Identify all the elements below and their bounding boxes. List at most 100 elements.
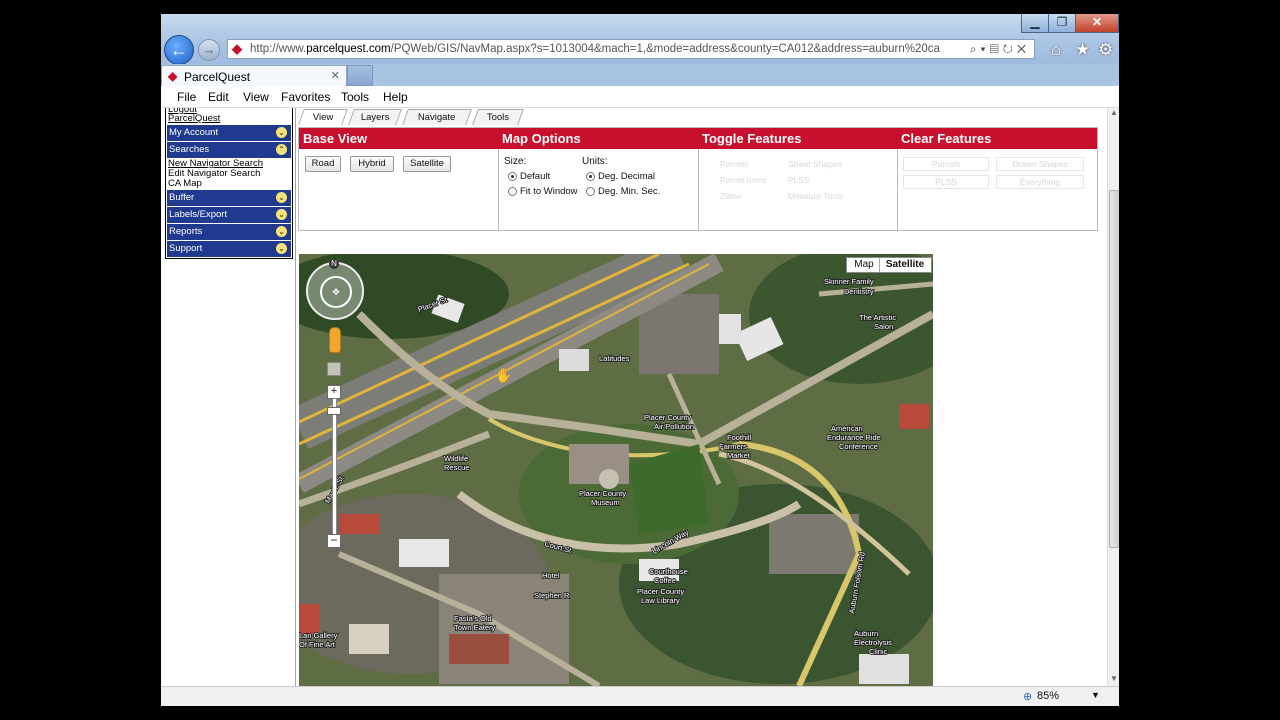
refresh-icon[interactable]: ↻ xyxy=(1003,42,1017,56)
favorites-star-icon[interactable]: ★ xyxy=(1075,40,1090,60)
map-type-satellite-button[interactable]: Satellite xyxy=(879,258,930,272)
tab-view[interactable]: View xyxy=(298,109,348,125)
section-label: Buffer xyxy=(169,192,195,203)
tab-row: ◆ ParcelQuest ✕ xyxy=(161,64,1119,86)
menu-view[interactable]: View xyxy=(243,90,269,104)
zoom-slider-track[interactable] xyxy=(332,398,337,536)
tab-close-icon[interactable]: ✕ xyxy=(331,69,340,82)
back-arrow-icon: ← xyxy=(170,40,188,60)
clear-drawn-shapes-button[interactable]: Drawn Shapes xyxy=(996,157,1084,171)
sidebar-section-searches[interactable]: Searches ⌃ xyxy=(167,142,291,158)
svg-text:Lan Gallery: Lan Gallery xyxy=(299,631,338,640)
home-icon[interactable]: ⌂ xyxy=(1051,40,1061,60)
size-default-label: Default xyxy=(520,171,551,182)
svg-text:Courthouse: Courthouse xyxy=(649,567,688,576)
sidebar-section-buffer[interactable]: Buffer ⌄ xyxy=(167,190,291,206)
svg-text:Town Eatery: Town Eatery xyxy=(454,623,496,632)
zoom-slider-handle[interactable] xyxy=(327,407,341,415)
toggle-parcel-icons[interactable]: Parcel Icons xyxy=(720,175,767,185)
clear-plss-button[interactable]: PLSS xyxy=(903,175,989,189)
tab-title: ParcelQuest xyxy=(184,70,251,84)
pan-arrows-icon[interactable]: ✥ xyxy=(320,276,352,308)
units-label: Units: xyxy=(582,156,608,167)
menu-edit[interactable]: Edit xyxy=(208,90,229,104)
pan-control[interactable]: N ✥ xyxy=(306,259,364,320)
zoom-dropdown-icon[interactable]: ▼ xyxy=(1091,690,1100,700)
svg-text:Air Pollution: Air Pollution xyxy=(654,422,694,431)
compat-view-icon[interactable]: ▾▤ xyxy=(981,42,1003,56)
status-bar: ⊕ 85% ▼ xyxy=(161,686,1119,706)
svg-text:Placer County: Placer County xyxy=(579,489,626,498)
svg-text:Museum: Museum xyxy=(591,498,620,507)
map-type-map-button[interactable]: Map xyxy=(850,258,878,272)
svg-text:Latitudes: Latitudes xyxy=(599,354,630,363)
parcelquest-favicon-icon: ◆ xyxy=(232,41,242,56)
menu-file[interactable]: File xyxy=(177,90,196,104)
hybrid-button[interactable]: Hybrid xyxy=(350,156,394,172)
chevron-down-icon: ⌄ xyxy=(276,226,287,237)
ca-map-link[interactable]: CA Map xyxy=(166,179,292,189)
maximize-button[interactable]: ❐ xyxy=(1048,14,1076,33)
size-fit-radio[interactable] xyxy=(508,187,517,196)
back-button[interactable]: ← xyxy=(164,35,194,65)
close-button[interactable]: ✕ xyxy=(1075,14,1119,33)
section-label: Labels/Export xyxy=(169,209,228,220)
tab-navigate[interactable]: Navigate xyxy=(402,109,472,125)
svg-text:Endurance Ride: Endurance Ride xyxy=(827,433,881,442)
menu-help[interactable]: Help xyxy=(383,90,408,104)
new-tab-button[interactable] xyxy=(347,65,373,86)
toggle-measure-tools[interactable]: Measure Tools xyxy=(788,191,843,201)
street-view-pegman-icon[interactable] xyxy=(329,327,341,353)
svg-text:Skinner Family: Skinner Family xyxy=(824,277,874,286)
panel-title: Map Options xyxy=(498,128,698,149)
clear-everything-button[interactable]: Everything xyxy=(996,175,1084,189)
parcelquest-link[interactable]: ParcelQuest xyxy=(166,114,292,124)
svg-text:Conference: Conference xyxy=(839,442,878,451)
vertical-scrollbar[interactable]: ▲ ▼ xyxy=(1107,108,1119,686)
menu-tools[interactable]: Tools xyxy=(341,90,369,104)
rotate-icon[interactable] xyxy=(327,362,341,376)
minimize-button[interactable]: ▁ xyxy=(1021,14,1049,33)
svg-text:Electrolysis: Electrolysis xyxy=(854,638,892,647)
satellite-map[interactable]: Skinner Family Dentistry The Artistic Sa… xyxy=(299,254,933,686)
scroll-up-icon[interactable]: ▲ xyxy=(1110,108,1118,117)
tab-label: Tools xyxy=(486,112,509,123)
satellite-button[interactable]: Satellite xyxy=(403,156,451,172)
stop-icon[interactable]: ✕ xyxy=(1017,42,1030,56)
search-icon[interactable]: ⌕ xyxy=(970,42,981,56)
options-panels: Base View Road Hybrid Satellite Map Opti… xyxy=(298,127,1098,231)
tab-layers[interactable]: Layers xyxy=(348,109,402,125)
units-decimal-radio[interactable] xyxy=(586,172,595,181)
toggle-street-shapes[interactable]: Street Shapes xyxy=(788,159,842,169)
forward-arrow-icon: → xyxy=(202,42,216,57)
tab-tools[interactable]: Tools xyxy=(472,109,524,125)
chevron-down-icon: ⌄ xyxy=(276,243,287,254)
map-options-panel: Map Options Size: Units: Default Fit to … xyxy=(498,128,699,230)
title-bar: ▁ ❐ ✕ ← → ◆ http://www.parcelquest.com/P… xyxy=(161,14,1119,65)
zoom-in-button[interactable]: + xyxy=(327,385,341,399)
units-dms-radio[interactable] xyxy=(586,187,595,196)
clear-parcels-button[interactable]: Parcels xyxy=(903,157,989,171)
panel-title: Clear Features xyxy=(897,128,1097,149)
scrollbar-thumb[interactable] xyxy=(1109,190,1119,548)
sidebar-section-reports[interactable]: Reports ⌄ xyxy=(167,224,291,240)
settings-gear-icon[interactable]: ⚙ xyxy=(1098,40,1113,60)
svg-text:Farmers: Farmers xyxy=(719,442,747,451)
menu-favorites[interactable]: Favorites xyxy=(281,90,330,104)
url-domain: parcelquest.com xyxy=(306,43,391,55)
toggle-zillow[interactable]: Zillow xyxy=(720,191,742,201)
scroll-down-icon[interactable]: ▼ xyxy=(1110,674,1118,683)
sidebar-section-labels-export[interactable]: Labels/Export ⌄ xyxy=(167,207,291,223)
forward-button[interactable]: → xyxy=(198,39,220,61)
toggle-plss[interactable]: PLSS xyxy=(788,175,810,185)
section-label: My Account xyxy=(169,127,219,138)
zoom-level[interactable]: 85% xyxy=(1037,690,1059,702)
road-button[interactable]: Road xyxy=(305,156,341,172)
address-bar[interactable]: ◆ http://www.parcelquest.com/PQWeb/GIS/N… xyxy=(227,39,1035,59)
sidebar-section-support[interactable]: Support ⌄ xyxy=(167,241,291,257)
sidebar-section-my-account[interactable]: My Account ⌄ xyxy=(167,125,291,141)
browser-tab[interactable]: ◆ ParcelQuest ✕ xyxy=(161,65,347,86)
size-default-radio[interactable] xyxy=(508,172,517,181)
zoom-out-button[interactable]: − xyxy=(327,534,341,548)
toggle-parcels[interactable]: Parcels xyxy=(720,159,748,169)
